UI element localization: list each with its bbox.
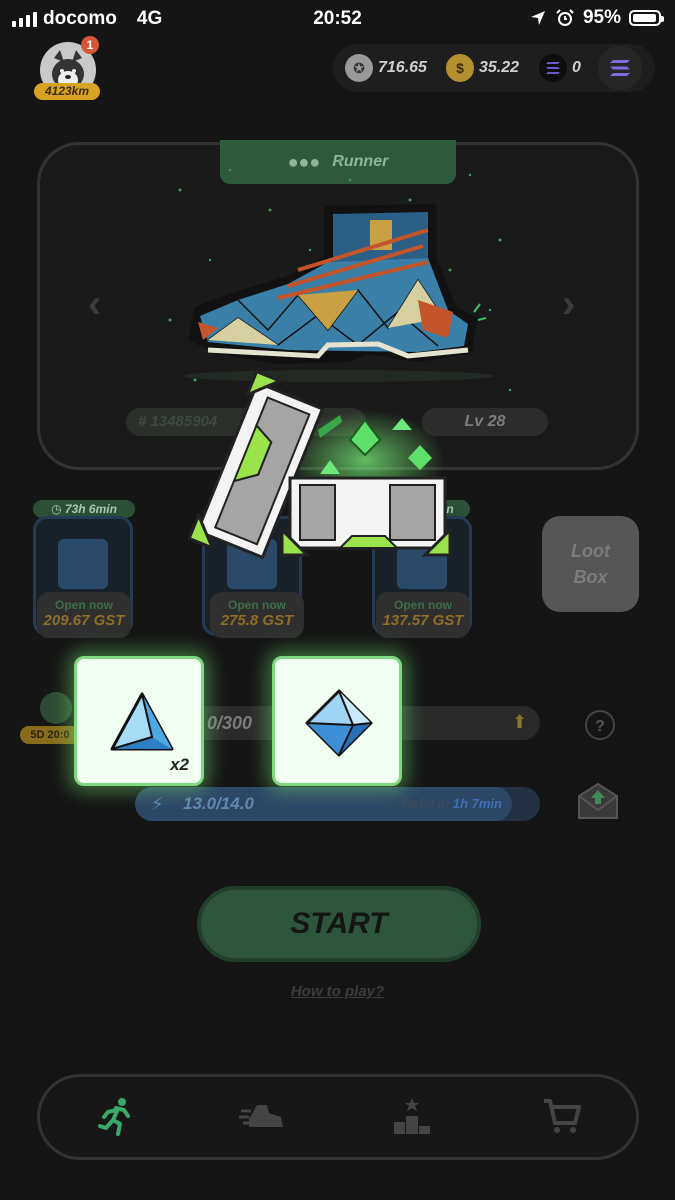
notification-badge[interactable]: 1 xyxy=(81,36,99,54)
how-to-play-link[interactable]: How to play? xyxy=(0,983,675,1000)
duration-badge: 5D 20:0 xyxy=(20,726,80,744)
loot-box-label-1: Loot xyxy=(571,541,610,561)
sneaker-image xyxy=(183,204,493,382)
reward-quantity: x2 xyxy=(170,755,189,774)
energy-bar: ⚡ 13.0/14.0 Refill in 1h 7min xyxy=(135,787,540,821)
box-price: 275.8 GST xyxy=(220,612,294,629)
durability-value: 0/300 xyxy=(207,713,253,733)
loot-box-label-2: Box xyxy=(573,567,608,587)
nav-leaderboard-tab[interactable] xyxy=(388,1094,436,1138)
solana-wallet-button[interactable] xyxy=(598,46,642,90)
open-now-label: Open now xyxy=(394,598,452,612)
lightning-icon: ⚡ xyxy=(151,794,164,814)
open-box-button-1[interactable]: Open now 209.67 GST xyxy=(37,592,131,638)
box-price: 209.67 GST xyxy=(43,612,125,629)
status-right: 95% xyxy=(529,7,664,29)
pyramid-gem-icon xyxy=(110,692,174,751)
prev-sneaker-arrow[interactable]: ‹ xyxy=(88,282,101,327)
mystery-box-icon xyxy=(58,539,108,589)
nav-sneakers-tab[interactable] xyxy=(238,1094,286,1138)
reward-card-2[interactable] xyxy=(272,656,402,786)
sol-coin-icon xyxy=(539,54,567,82)
start-button[interactable]: START xyxy=(197,886,481,962)
octahedron-gem-icon xyxy=(305,689,373,757)
gst-balance[interactable]: $ 35.22 xyxy=(446,54,519,82)
nav-marketplace-tab[interactable] xyxy=(538,1094,586,1138)
battery-icon xyxy=(629,10,664,26)
refill-timer: Refill in 1h 7min xyxy=(402,796,502,811)
train-icon xyxy=(40,692,72,724)
sol-balance[interactable]: 0 xyxy=(539,54,581,82)
podium-icon xyxy=(394,1098,430,1134)
runner-icon xyxy=(98,1098,130,1136)
next-sneaker-arrow[interactable]: › xyxy=(562,282,575,327)
opening-mystery-box xyxy=(187,370,452,560)
alarm-icon xyxy=(556,9,574,26)
box-price: 137.57 GST xyxy=(382,612,464,629)
distance-badge: 4123km xyxy=(34,83,100,100)
gmt-coin-icon: ✪ xyxy=(345,54,373,82)
cart-icon xyxy=(544,1099,581,1133)
battery-percent: 95% xyxy=(582,7,621,28)
open-box-button-3[interactable]: Open now 137.57 GST xyxy=(376,592,470,638)
up-arrow-icon[interactable]: ⬆ xyxy=(512,712,527,733)
clock-icon: ◷ xyxy=(51,502,65,516)
help-button[interactable]: ? xyxy=(585,710,615,740)
sol-value: 0 xyxy=(572,59,581,76)
open-now-label: Open now xyxy=(228,598,286,612)
energy-value: 13.0/14.0 xyxy=(183,794,254,813)
location-arrow-icon xyxy=(530,11,545,25)
gst-coin-icon: $ xyxy=(446,54,474,82)
gmt-balance[interactable]: ✪ 716.65 xyxy=(345,54,427,82)
loot-box-button[interactable]: Loot Box xyxy=(542,516,639,612)
sneaker-icon xyxy=(239,1105,283,1127)
open-now-label: Open now xyxy=(55,598,113,612)
gst-value: 35.22 xyxy=(479,59,520,76)
mail-icon[interactable] xyxy=(577,782,619,820)
solana-icon xyxy=(610,60,630,76)
gmt-value: 716.65 xyxy=(378,59,427,76)
reward-card-1[interactable]: x2 xyxy=(74,656,204,786)
status-bar: docomo 4G 20:52 95% xyxy=(0,0,675,38)
nav-run-tab[interactable] xyxy=(92,1094,140,1138)
open-box-button-2[interactable]: Open now 275.8 GST xyxy=(210,592,304,638)
